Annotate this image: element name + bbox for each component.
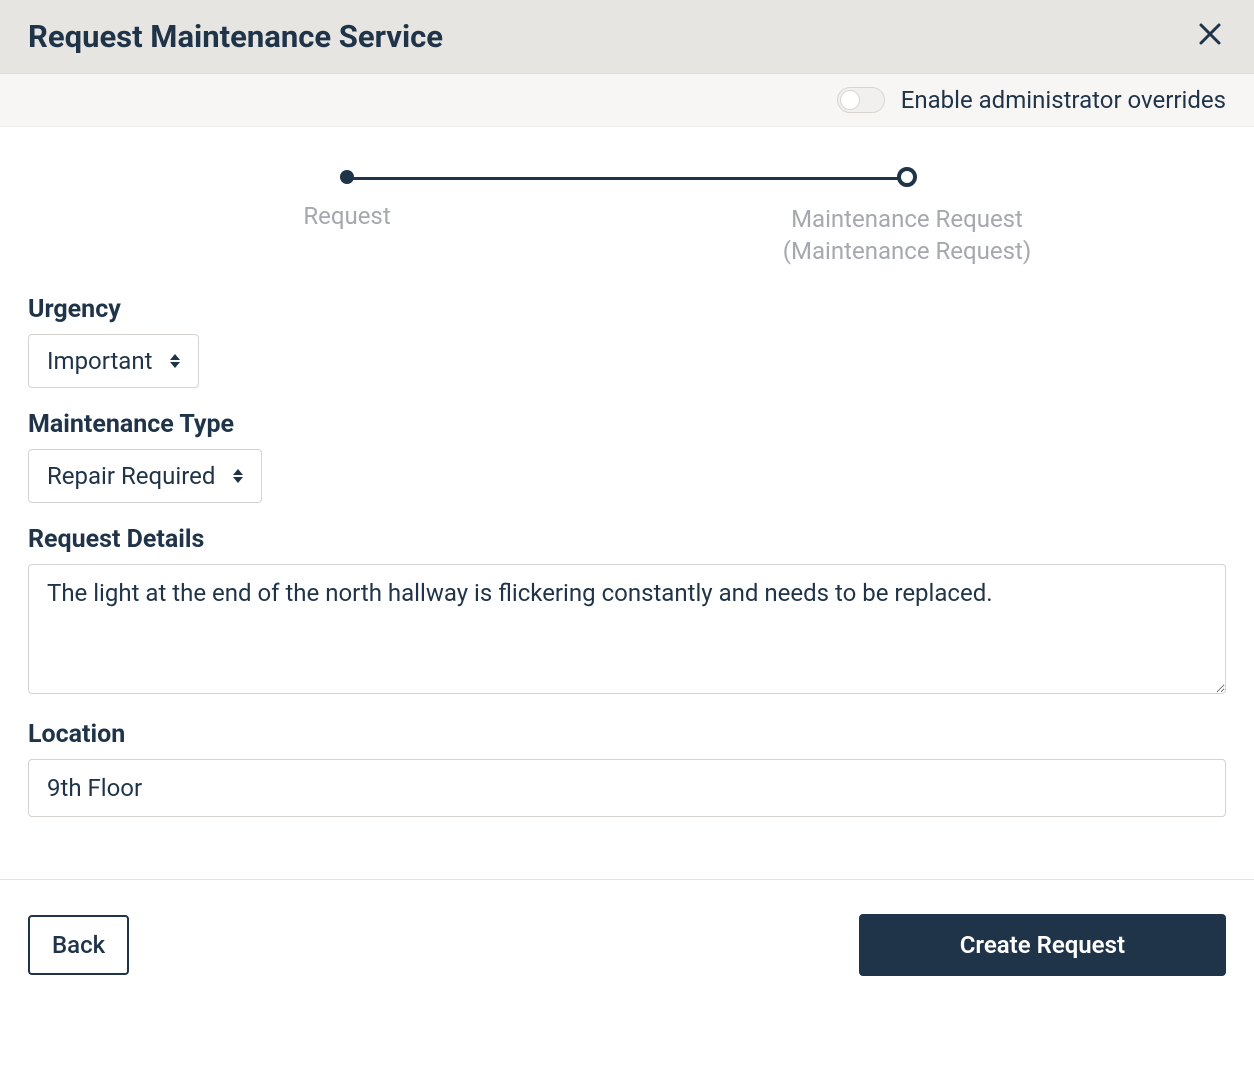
step-connector	[347, 177, 907, 180]
dialog-title: Request Maintenance Service	[28, 18, 443, 55]
step-request: Request	[197, 167, 497, 234]
stepper: Request Maintenance Request (Maintenance…	[0, 127, 1254, 285]
dialog-header: Request Maintenance Service	[0, 0, 1254, 74]
create-request-button[interactable]: Create Request	[859, 914, 1226, 976]
select-caret-icon	[233, 469, 243, 483]
step-maintenance-request: Maintenance Request (Maintenance Request…	[757, 167, 1057, 265]
dialog-footer: Back Create Request	[0, 879, 1254, 1010]
maintenance-type-value: Repair Required	[47, 462, 215, 490]
step-label: Maintenance Request	[791, 203, 1023, 237]
maintenance-type-select[interactable]: Repair Required	[28, 449, 262, 503]
field-maintenance-type: Maintenance Type Repair Required	[28, 410, 1226, 503]
step-sublabel: (Maintenance Request)	[783, 237, 1031, 265]
form-body: Urgency Important Maintenance Type Repai…	[0, 285, 1254, 867]
step-label: Request	[303, 200, 390, 234]
admin-override-toggle[interactable]	[837, 87, 885, 113]
urgency-select[interactable]: Important	[28, 334, 199, 388]
close-icon	[1198, 20, 1222, 53]
select-caret-icon	[170, 354, 180, 368]
field-request-details: Request Details	[28, 525, 1226, 698]
back-button[interactable]: Back	[28, 915, 129, 975]
location-input[interactable]	[28, 759, 1226, 817]
close-button[interactable]	[1194, 22, 1226, 52]
location-label: Location	[28, 720, 1226, 749]
maintenance-type-label: Maintenance Type	[28, 410, 1226, 439]
step-dot-active-icon	[340, 170, 354, 184]
urgency-value: Important	[47, 347, 152, 375]
step-dot-pending-icon	[897, 167, 917, 187]
field-location: Location	[28, 720, 1226, 817]
urgency-label: Urgency	[28, 295, 1226, 324]
admin-override-label: Enable administrator overrides	[901, 86, 1226, 114]
field-urgency: Urgency Important	[28, 295, 1226, 388]
request-details-textarea[interactable]	[28, 564, 1226, 694]
request-details-label: Request Details	[28, 525, 1226, 554]
admin-override-bar: Enable administrator overrides	[0, 74, 1254, 127]
toggle-knob	[840, 90, 860, 110]
